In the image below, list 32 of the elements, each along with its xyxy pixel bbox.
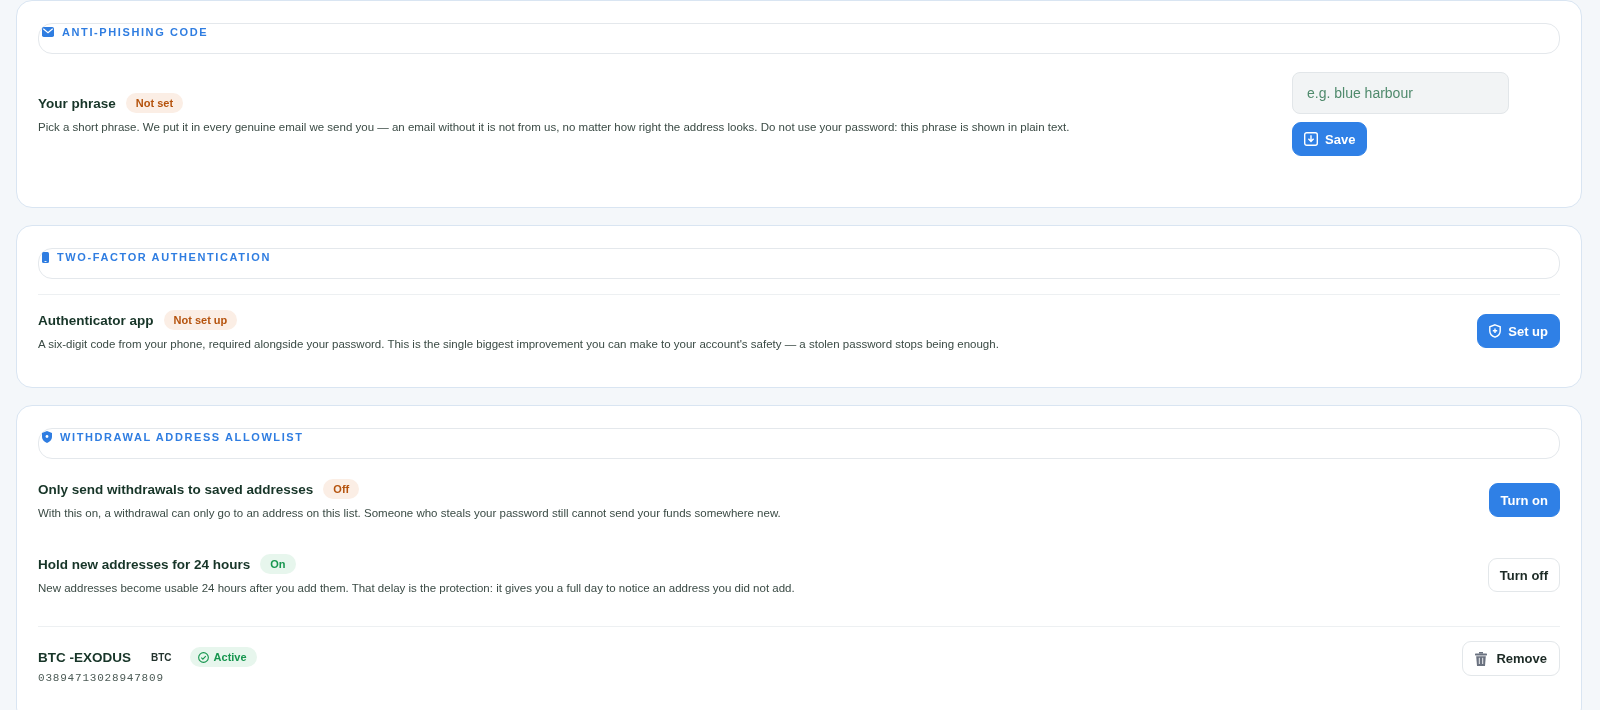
save-icon (1304, 132, 1318, 146)
trash-icon (1475, 651, 1488, 666)
setting-title: Authenticator app (38, 312, 154, 328)
setting-title: Hold new addresses for 24 hours (38, 556, 251, 572)
setting-description: New addresses become usable 24 hours after you add them. That delay is the protection: it gives you a full day to notice an address you did not add. (38, 581, 796, 596)
section-title: TWO-FACTOR AUTHENTICATION (57, 250, 271, 264)
status-badge: Off (323, 479, 360, 499)
setting-description: With this on, a withdrawal can only go to an address on this list. Someone who steals your password still cannot send your funds somewhere new. (38, 506, 782, 521)
status-text: Active (213, 650, 247, 664)
address-label: BTC -EXODUS (38, 649, 131, 665)
remove-button[interactable]: Remove (1462, 641, 1560, 676)
setting-title: Your phrase (38, 95, 116, 111)
setting-description: Pick a short phrase. We put it in every genuine email we send you — an email without it is not from us, no matter how right the address looks. Do not use your password: this phrase is shown in plain text. (38, 120, 1071, 135)
asset-ticker: BTC (151, 651, 172, 663)
setting-description: A six-digit code from your phone, required alongside your password. This is the single biggest improvement you can make to your account's safety — a stolen password stops being enough. (38, 337, 1000, 352)
status-badge: Not set up (163, 310, 238, 330)
save-button[interactable]: Save (1292, 122, 1368, 156)
setting-title: Only send withdrawals to saved addresses (38, 481, 314, 497)
toggle-button[interactable]: Turn on (1488, 483, 1560, 517)
status-badge: Not set (125, 93, 184, 113)
shield-plus-icon (1489, 324, 1502, 338)
section-title: ANTI-PHISHING CODE (62, 25, 209, 39)
phrase-input[interactable]: e.g. blue harbour (1292, 72, 1509, 114)
address-code: 03894713028947809 (38, 671, 165, 685)
shield-icon (42, 431, 52, 443)
phone-icon (42, 251, 49, 263)
setup-button[interactable]: Set up (1477, 314, 1560, 348)
toggle-button[interactable]: Turn off (1487, 558, 1560, 592)
check-circle-icon (197, 651, 209, 663)
envelope-icon (42, 27, 54, 37)
section-title: WITHDRAWAL ADDRESS ALLOWLIST (60, 430, 304, 444)
status-badge: On (260, 554, 296, 574)
